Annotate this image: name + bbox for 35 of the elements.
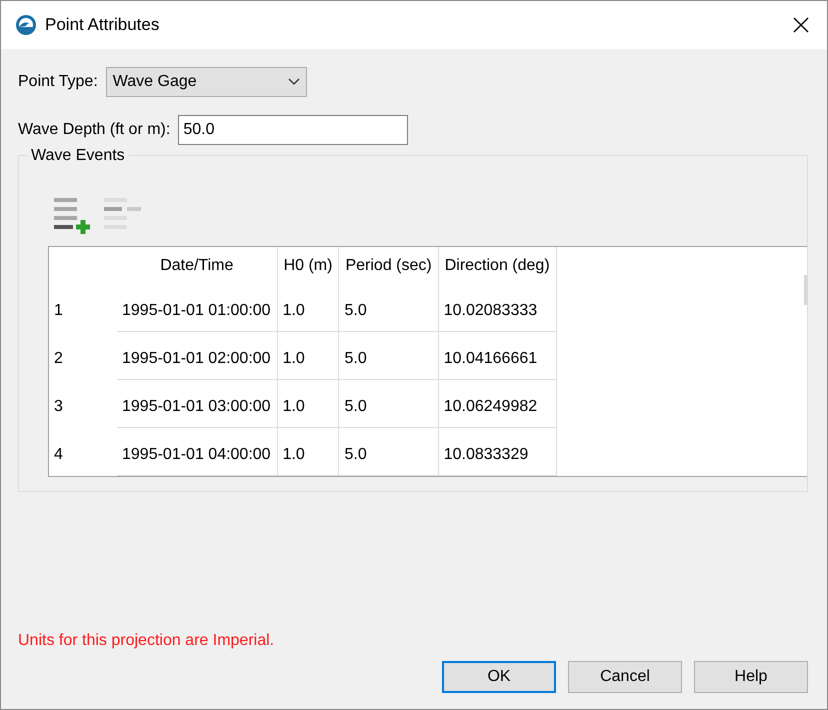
- row-number: 3: [49, 380, 117, 428]
- dialog-button[interactable]: OK: [442, 661, 556, 693]
- dialog-button[interactable]: Cancel: [568, 661, 682, 693]
- dialog-button[interactable]: Help: [694, 661, 808, 693]
- table-cell[interactable]: 1995-01-01 01:00:00: [117, 284, 278, 332]
- table-cell[interactable]: 5.0: [338, 428, 438, 476]
- table-cell[interactable]: 1995-01-01 04:00:00: [117, 428, 278, 476]
- row-number: 4: [49, 428, 117, 476]
- table-cell[interactable]: 10.02083333: [438, 284, 556, 332]
- row-number: 1: [49, 284, 117, 332]
- table-cell[interactable]: 5.0: [338, 284, 438, 332]
- point-type-dropdown[interactable]: Wave Gage: [106, 67, 307, 97]
- wave-depth-field[interactable]: 50.0: [178, 115, 408, 145]
- column-header[interactable]: Date/Time: [117, 247, 278, 284]
- column-header[interactable]: H0 (m): [277, 247, 339, 284]
- window-title: Point Attributes: [45, 14, 160, 36]
- row-number: 2: [49, 332, 117, 380]
- table-cell[interactable]: 5.0: [338, 332, 438, 380]
- wave-depth-label: Wave Depth (ft or m):: [18, 120, 170, 140]
- table-cell[interactable]: 1995-01-01 03:00:00: [117, 380, 278, 428]
- table-cell[interactable]: 10.06249982: [438, 380, 556, 428]
- table-cell[interactable]: 1.0: [277, 332, 339, 380]
- table-cell[interactable]: 5.0: [338, 380, 438, 428]
- table-cell[interactable]: 1995-01-01 02:00:00: [117, 332, 278, 380]
- column-header[interactable]: Period (sec): [338, 247, 438, 284]
- table-cell[interactable]: 1.0: [277, 380, 339, 428]
- table-cell[interactable]: 10.04166661: [438, 332, 556, 380]
- app-logo-icon: [15, 14, 37, 36]
- units-message: Units for this projection are Imperial.: [18, 631, 276, 651]
- point-type-label: Point Type:: [18, 72, 98, 92]
- chevron-down-icon: [288, 78, 300, 86]
- table-cell[interactable]: 1.0: [277, 428, 339, 476]
- table-cell[interactable]: 1.0: [277, 284, 339, 332]
- column-header[interactable]: Direction (deg): [438, 247, 556, 284]
- table-cell[interactable]: 10.0833329: [438, 428, 556, 476]
